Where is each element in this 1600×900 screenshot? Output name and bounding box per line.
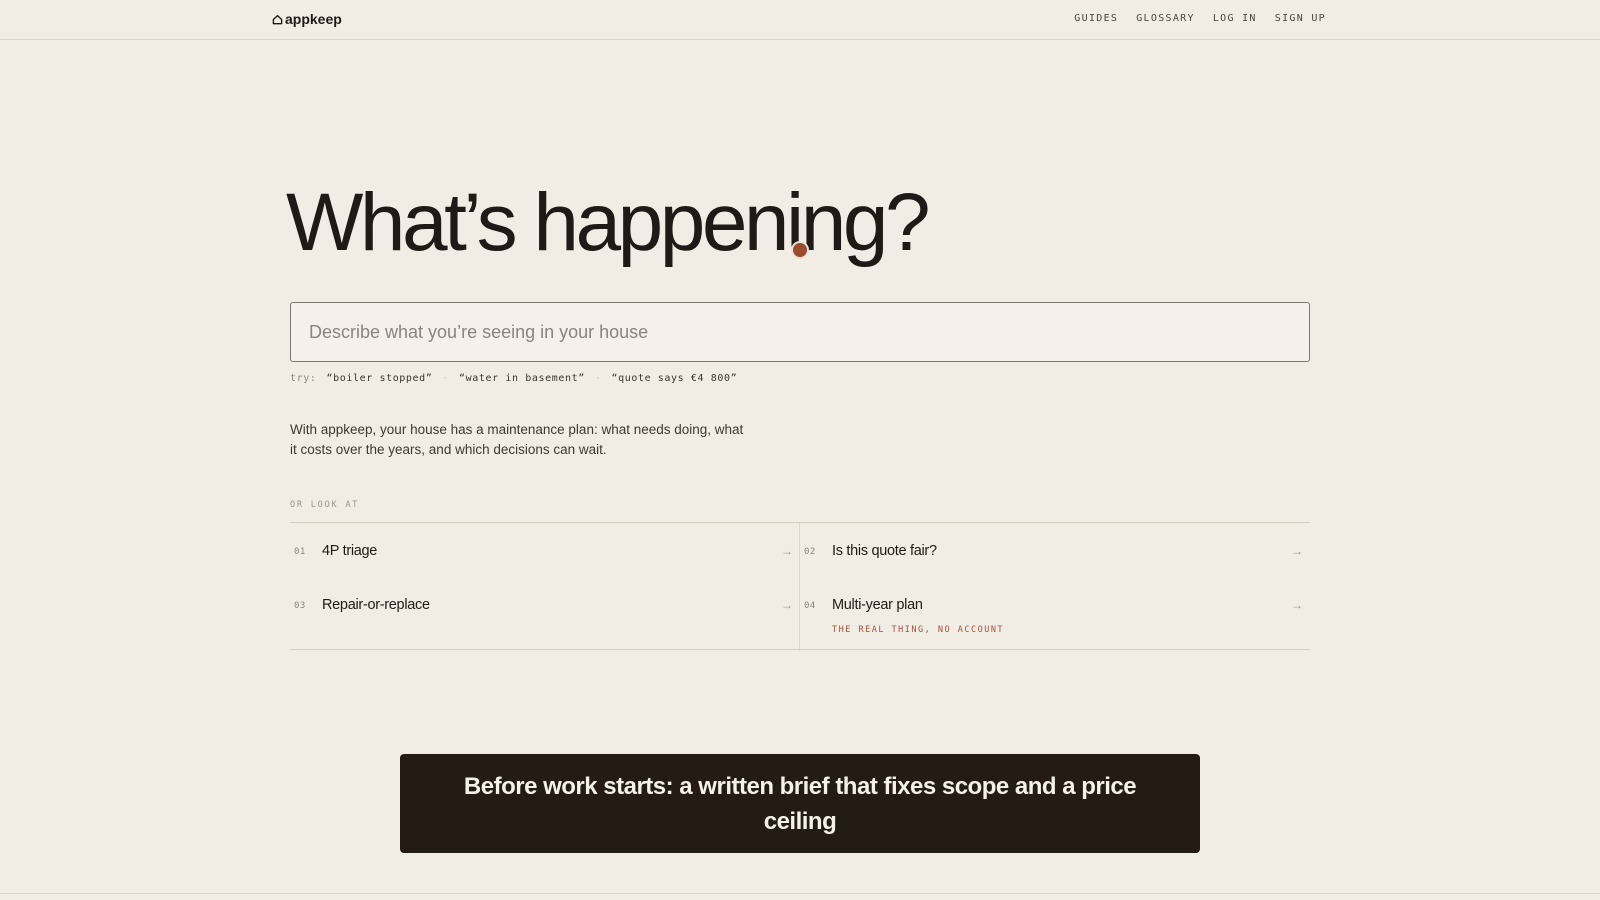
describe-problem-input[interactable] bbox=[290, 302, 1310, 362]
suggestion-label: try: bbox=[290, 373, 317, 384]
tool-number: 01 bbox=[294, 547, 306, 557]
tool-number: 02 bbox=[804, 547, 816, 557]
arrow-right-icon: → bbox=[1291, 598, 1303, 612]
brand-logo[interactable]: appkeep bbox=[272, 11, 342, 27]
mouse-cursor-indicator bbox=[791, 241, 809, 259]
tool-title: Is this quote fair? bbox=[832, 543, 937, 559]
tool-card-quote-fair[interactable]: 02 Is this quote fair? → bbox=[800, 523, 1309, 577]
tool-title: Repair-or-replace bbox=[322, 597, 430, 613]
tool-card-multi-year-plan[interactable]: 04 Multi-year plan THE REAL THING, NO AC… bbox=[800, 577, 1309, 651]
tool-title: Multi-year plan bbox=[832, 597, 923, 613]
intro-paragraph: With appkeep, your house has a maintenan… bbox=[290, 422, 744, 457]
suggestion-chip-quote[interactable]: “quote says €4 800” bbox=[611, 373, 737, 384]
tool-card-4p-triage[interactable]: 01 4P triage → bbox=[290, 523, 799, 577]
suggestion-separator: · bbox=[442, 373, 450, 384]
tool-number: 03 bbox=[294, 601, 306, 611]
page-headline: What’s happening? bbox=[286, 177, 931, 268]
suggestion-row: try: “boiler stopped” · “water in baseme… bbox=[290, 373, 737, 384]
tools-section-label: OR LOOK AT bbox=[290, 500, 360, 510]
tool-subtitle: THE REAL THING, NO ACCOUNT bbox=[832, 625, 1005, 635]
nav-glossary-link[interactable]: GLOSSARY bbox=[1136, 13, 1195, 24]
brand-name: appkeep bbox=[285, 11, 342, 27]
top-navigation-bar: appkeep GUIDES GLOSSARY LOG IN SIGN UP bbox=[0, 0, 1600, 40]
nav-signup-link[interactable]: SIGN UP bbox=[1275, 13, 1326, 24]
tool-title: 4P triage bbox=[322, 543, 378, 559]
caption-banner: Before work starts: a written brief that… bbox=[400, 754, 1200, 853]
nav-guides-link[interactable]: GUIDES bbox=[1074, 13, 1118, 24]
suggestion-chip-boiler[interactable]: “boiler stopped” bbox=[326, 373, 432, 384]
arrow-right-icon: → bbox=[781, 598, 793, 612]
nav-login-link[interactable]: LOG IN bbox=[1213, 13, 1257, 24]
arrow-right-icon: → bbox=[1291, 544, 1303, 558]
arrow-right-icon: → bbox=[781, 544, 793, 558]
suggestion-chip-water[interactable]: “water in basement” bbox=[459, 373, 585, 384]
tool-number: 04 bbox=[804, 601, 816, 611]
page-divider bbox=[0, 893, 1600, 894]
suggestion-separator: · bbox=[594, 373, 602, 384]
tool-card-repair-or-replace[interactable]: 03 Repair-or-replace → bbox=[290, 577, 799, 631]
main-nav: GUIDES GLOSSARY LOG IN SIGN UP bbox=[1074, 13, 1326, 24]
house-icon bbox=[272, 14, 283, 24]
tools-grid: 01 4P triage → 02 Is this quote fair? → … bbox=[290, 522, 1310, 651]
caption-text: Before work starts: a written brief that… bbox=[463, 772, 1137, 835]
